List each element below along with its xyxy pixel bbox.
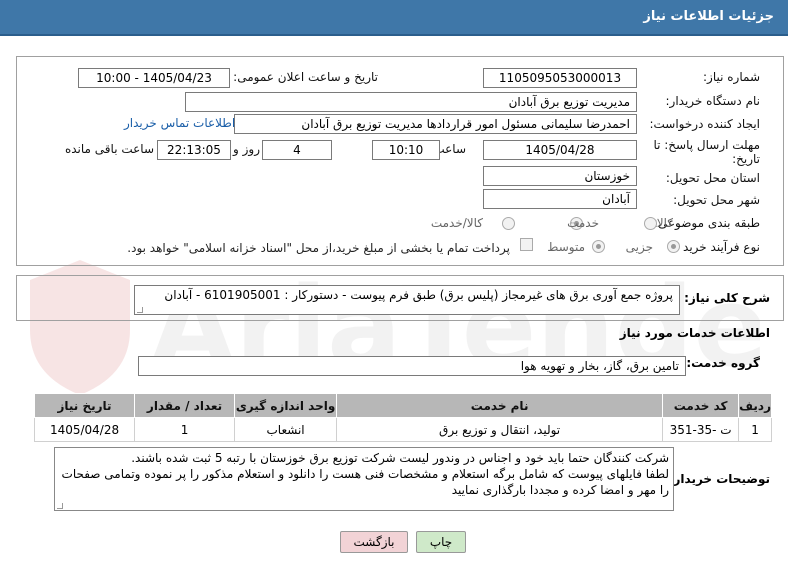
- process-radio-medium[interactable]: [592, 240, 605, 253]
- col-service-code: کد خدمت: [662, 393, 740, 418]
- cell-quantity: 1: [134, 417, 236, 442]
- back-button[interactable]: بازگشت: [340, 531, 408, 553]
- creator-field[interactable]: احمدرضا سلیمانی مسئول امور قراردادها مدی…: [234, 114, 637, 134]
- cell-need-date: 1405/04/28: [33, 417, 136, 442]
- watermark-logo: AriaTender.net: [30, 260, 760, 395]
- col-service-name: نام خدمت: [336, 393, 664, 418]
- deadline-date-field[interactable]: 1405/04/28: [483, 140, 637, 160]
- services-section-title: اطلاعات خدمات مورد نیاز: [619, 326, 770, 340]
- payment-note: پرداخت تمام یا بخشی از مبلغ خرید،از محل …: [127, 241, 510, 255]
- category-radio-goods[interactable]: [644, 217, 657, 230]
- process-option-medium: متوسط: [547, 240, 585, 254]
- summary-field[interactable]: پروژه جمع آوری برق های غیرمجاز (پلیس برق…: [134, 285, 680, 315]
- services-table: ردیف کد خدمت نام خدمت واحد اندازه گیری ت…: [33, 393, 772, 442]
- page-title: جزئیات اطلاعات نیاز: [643, 9, 774, 24]
- table-row: 1 ت -35-351 تولید، انتقال و توزیع برق ان…: [33, 417, 772, 442]
- process-radio-minor[interactable]: [667, 240, 680, 253]
- col-row: ردیف: [738, 393, 772, 418]
- announce-label: تاریخ و ساعت اعلان عمومی:: [233, 70, 378, 84]
- deadline-label: مهلت ارسال پاسخ: تا تاریخ:: [653, 138, 760, 166]
- announce-field[interactable]: 1405/04/23 - 10:00: [78, 68, 230, 88]
- service-group-label: گروه خدمت:: [686, 356, 760, 370]
- notes-resize-handle[interactable]: [57, 503, 63, 509]
- buyer-notes-label: توضیحات خریدار:: [668, 472, 770, 486]
- buyer-org-field[interactable]: مدیریت توزیع برق آبادان: [185, 92, 637, 112]
- province-field[interactable]: خوزستان: [483, 166, 637, 186]
- need-number-label: شماره نیاز:: [703, 70, 760, 84]
- col-need-date: تاریخ نیاز: [33, 393, 136, 418]
- category-option-service: خدمت: [567, 216, 599, 230]
- cell-service-name: تولید، انتقال و توزیع برق: [336, 417, 664, 442]
- buyer-notes-field[interactable]: شرکت کنندگان حتما باید خود و اجناس در ون…: [54, 447, 674, 511]
- process-label: نوع فرآیند خرید :: [675, 240, 760, 254]
- category-option-goods: کالا: [656, 216, 673, 230]
- days-field[interactable]: 4: [262, 140, 332, 160]
- service-group-field[interactable]: تامین برق، گاز، بخار و تهویه هوا: [138, 356, 686, 376]
- summary-label: شرح کلی نیاز:: [684, 291, 770, 305]
- creator-label: ایجاد کننده درخواست:: [649, 117, 760, 131]
- city-label: شهر محل تحویل:: [673, 193, 760, 207]
- treasury-payment-checkbox[interactable]: [520, 238, 533, 251]
- process-option-minor: جزیی: [625, 240, 653, 254]
- city-field[interactable]: آبادان: [483, 189, 637, 209]
- buyer-org-label: نام دستگاه خریدار:: [665, 94, 761, 108]
- print-button[interactable]: چاپ: [416, 531, 466, 553]
- province-label: استان محل تحویل:: [665, 171, 760, 185]
- remaining-time-field[interactable]: 22:13:05: [157, 140, 231, 160]
- contact-info-link[interactable]: اطلاعات تماس خریدار: [124, 116, 235, 130]
- category-radio-goods-service[interactable]: [502, 217, 515, 230]
- category-option-goods-service: کالا/خدمت: [430, 216, 483, 230]
- deadline-time-field[interactable]: 10:10: [372, 140, 440, 160]
- col-unit: واحد اندازه گیری: [234, 393, 338, 418]
- need-number-field[interactable]: 1105095053000013: [483, 68, 637, 88]
- cell-unit: انشعاب: [234, 417, 338, 442]
- cell-row: 1: [738, 417, 772, 442]
- col-quantity: تعداد / مقدار: [134, 393, 236, 418]
- summary-resize-handle[interactable]: [137, 307, 143, 313]
- days-label: روز و: [233, 142, 260, 156]
- cell-service-code: ت -35-351: [662, 417, 740, 442]
- remaining-label: ساعت باقی مانده: [64, 142, 154, 156]
- title-bar: جزئیات اطلاعات نیاز: [0, 0, 788, 36]
- services-table-header: ردیف کد خدمت نام خدمت واحد اندازه گیری ت…: [33, 393, 772, 418]
